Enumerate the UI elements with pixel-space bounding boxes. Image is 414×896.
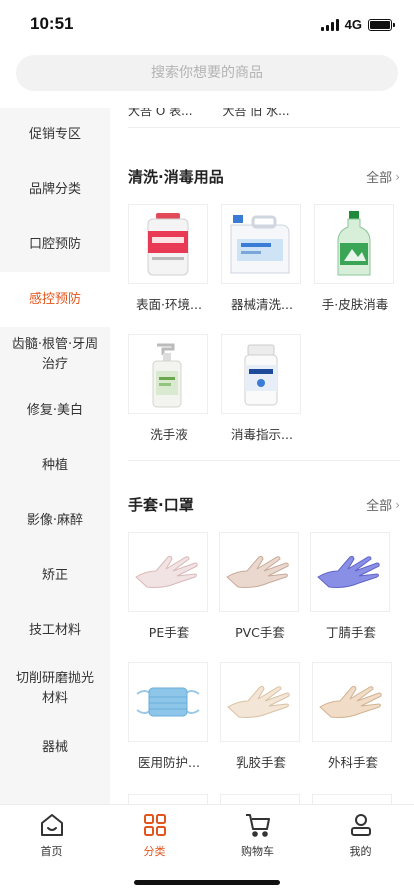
view-all-label: 全部 [366,499,393,514]
sidebar-item-lab-materials[interactable]: 技工材料 [0,603,110,658]
sidebar-item-infection-control[interactable]: 感控预防 [0,272,110,327]
indicator-jar-icon [221,334,301,414]
face-mask-icon [128,662,208,742]
sidebar-item-brands[interactable]: 品牌分类 [0,162,110,217]
network-type: 4G [344,17,362,32]
cart-icon [206,811,309,839]
product-item[interactable]: 表面·环境... [128,204,210,313]
user-icon [309,811,412,839]
tab-home[interactable]: 首页 [0,811,103,859]
sidebar-item-instruments[interactable]: 器械 [0,720,110,775]
product-name: PE手套 [148,625,190,640]
product-item[interactable]: PVC手套 [219,532,301,641]
status-time: 10:51 [30,14,74,33]
product-item[interactable]: 洗手液 [128,334,210,443]
product-thumb-partial[interactable] [128,794,208,804]
section-header-gloves: 手套·口罩 全部 › [128,494,400,515]
divider [128,127,400,128]
partial-product-name[interactable]: 大吾 O 表... [128,108,193,119]
chevron-right-icon: › [395,169,400,184]
battery-icon [368,18,395,31]
tab-label: 首页 [40,845,63,858]
product-name: 洗手液 [150,427,188,442]
product-item[interactable]: 消毒指示... [221,334,303,443]
tab-cart[interactable]: 购物车 [206,811,309,859]
tab-label: 购物车 [241,845,274,858]
sidebar-item-polishing[interactable]: 切削研磨抛光材料 [0,658,110,720]
nitrile-glove-icon [310,532,390,612]
home-icon [0,811,103,839]
product-name: 器械清洗... [231,297,293,312]
product-name: 丁腈手套 [325,625,376,640]
product-name: 手·皮肤消毒 [321,297,389,312]
divider [128,460,400,461]
view-all-link[interactable]: 全部 › [366,167,400,187]
surgical-glove-icon [312,662,392,742]
product-name: 表面·环境... [136,297,202,312]
product-name: PVC手套 [235,625,285,640]
pump-bottle-icon [128,334,208,414]
status-bar: 10:51 4G [0,0,414,48]
category-content: 大吾 O 表... 大吾 旧 水... 清洗·消毒用品 全部 › 表面·环境..… [110,108,414,804]
status-indicators: 4G [320,17,395,32]
sidebar-item-restoration[interactable]: 修复·美白 [0,383,110,438]
pvc-glove-icon [219,532,299,612]
tab-label: 分类 [143,845,166,858]
product-name: 医用防护... [138,755,200,770]
sidebar-item-orthodontics[interactable]: 矫正 [0,548,110,603]
product-item[interactable]: 丁腈手套 [310,532,392,641]
search-input[interactable]: 搜索你想要的商品 [16,55,398,91]
latex-glove-icon [220,662,300,742]
green-bottle-icon [314,204,394,284]
view-all-link[interactable]: 全部 › [366,495,400,515]
signal-icon [320,18,339,31]
wipes-canister-icon [128,204,208,284]
product-name: 外科手套 [327,755,378,770]
product-name: 消毒指示... [231,427,293,442]
section-header-cleaning: 清洗·消毒用品 全部 › [128,166,400,187]
partial-product-name[interactable]: 大吾 旧 水... [223,108,290,119]
sidebar-item-oral-prevention[interactable]: 口腔预防 [0,217,110,272]
sidebar-item-imaging[interactable]: 影像·麻醉 [0,493,110,548]
product-item[interactable]: PE手套 [128,532,210,641]
home-indicator [134,880,280,885]
sidebar-item-endodontics[interactable]: 齿髓·根管·牙周治疗 [0,327,110,383]
category-sidebar: 促销专区 品牌分类 口腔预防 感控预防 齿髓·根管·牙周治疗 修复·美白 种植 … [0,108,110,804]
product-thumb-partial[interactable] [312,794,392,804]
tab-category[interactable]: 分类 [103,811,206,859]
product-item[interactable]: 医用防护... [128,662,210,771]
view-all-label: 全部 [366,171,393,186]
product-item[interactable]: 外科手套 [312,662,394,771]
partial-product-row: 大吾 O 表... 大吾 旧 水... [128,108,290,119]
sidebar-item-promotions[interactable]: 促销专区 [0,108,110,162]
pe-glove-icon [128,532,208,612]
product-item[interactable]: 手·皮肤消毒 [314,204,396,313]
cleaner-jug-icon [221,204,301,284]
product-name: 乳胶手套 [235,755,286,770]
section-title: 手套·口罩 [128,496,194,514]
section-title: 清洗·消毒用品 [128,168,224,186]
product-item[interactable]: 器械清洗... [221,204,303,313]
tab-label: 我的 [349,845,372,858]
sidebar-item-implant[interactable]: 种植 [0,438,110,493]
tab-profile[interactable]: 我的 [309,811,412,859]
product-item[interactable]: 乳胶手套 [220,662,302,771]
category-icon [103,811,206,839]
chevron-right-icon: › [395,497,400,512]
product-thumb-partial[interactable] [220,794,300,804]
